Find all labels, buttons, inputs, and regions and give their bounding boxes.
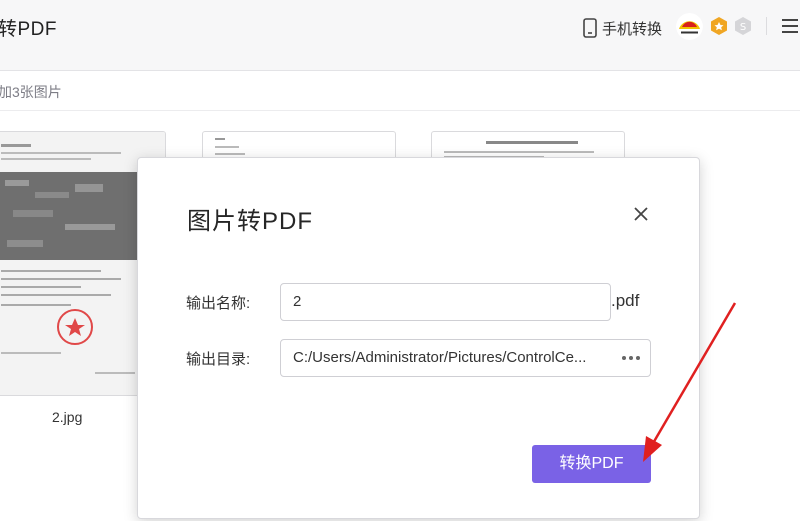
thumbnail-name: 2.jpg (52, 409, 83, 425)
app-window: 转PDF 手机转换 S 加3张图片 2.jpg 图片转PDF 输出名称: 2 .… (0, 0, 800, 521)
convert-pdf-button[interactable]: 转换PDF (532, 445, 651, 483)
vip-badge-icon[interactable] (709, 16, 729, 36)
phone-icon (583, 18, 597, 38)
output-dir-label: 输出目录: (186, 351, 251, 368)
svip-badge-icon[interactable]: S (733, 16, 753, 36)
file-toolbar: 加3张图片 (0, 71, 800, 111)
avatar[interactable] (676, 13, 703, 40)
dialog-title: 图片转PDF (187, 208, 313, 235)
menu-icon[interactable] (782, 19, 800, 35)
output-dir-path: C:/Users/Administrator/Pictures/ControlC… (293, 349, 587, 366)
top-bar: 转PDF 手机转换 S (0, 0, 800, 71)
svg-text:S: S (740, 22, 746, 33)
app-title: 转PDF (0, 19, 58, 40)
output-name-label: 输出名称: (186, 295, 251, 312)
browse-folder-icon[interactable] (622, 340, 640, 376)
header-divider (766, 17, 767, 35)
output-dir-field[interactable]: C:/Users/Administrator/Pictures/ControlC… (280, 339, 651, 377)
phone-convert-button[interactable]: 手机转换 (582, 16, 662, 40)
convert-dialog: 图片转PDF 输出名称: 2 .pdf 输出目录: C:/Users/Admin… (137, 157, 700, 519)
pdf-extension-label: .pdf (611, 291, 640, 310)
added-count-text: 加3张图片 (0, 84, 62, 100)
output-name-input[interactable]: 2 (280, 283, 611, 321)
phone-convert-label: 手机转换 (602, 20, 663, 38)
close-icon[interactable] (630, 203, 652, 225)
